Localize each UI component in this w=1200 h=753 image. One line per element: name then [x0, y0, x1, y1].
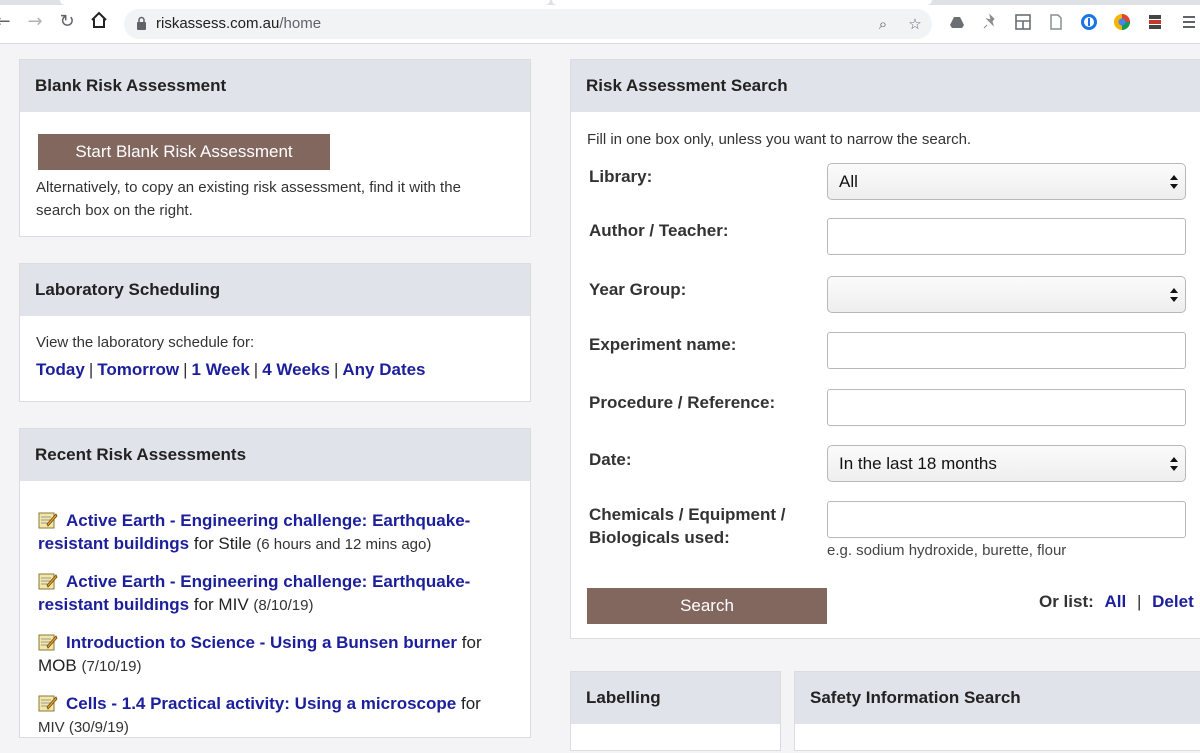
panel-title: Blank Risk Assessment	[20, 60, 530, 112]
list-all-link[interactable]: All	[1105, 592, 1127, 611]
schedule-any-dates-link[interactable]: Any Dates	[342, 360, 425, 379]
url-text: riskassess.com.au/home	[156, 15, 322, 32]
back-icon[interactable]: ←	[0, 11, 14, 33]
or-list-label: Or list:	[1039, 592, 1094, 611]
password-extension-icon[interactable]	[1080, 13, 1098, 31]
separator: |	[1137, 592, 1142, 611]
address-bar[interactable]: riskassess.com.au/home ⌕ ☆	[124, 9, 932, 39]
search-button[interactable]: Search	[587, 588, 827, 624]
reload-icon[interactable]: ↻	[56, 11, 78, 33]
procedure-reference-input[interactable]	[827, 389, 1186, 426]
recent-item-for: for Stile	[193, 534, 252, 553]
date-select[interactable]: In the last 18 months	[827, 445, 1186, 482]
experiment-name-label: Experiment name:	[589, 335, 737, 354]
chemicals-equipment-input[interactable]	[827, 501, 1186, 538]
list-item: Active Earth - Engineering challenge: Ea…	[38, 509, 508, 556]
list-item: Cells - 1.4 Practical activity: Using a …	[38, 692, 508, 739]
procedure-label: Procedure / Reference:	[589, 393, 776, 412]
menu-extension-icon[interactable]	[1180, 13, 1198, 31]
schedule-1-week-link[interactable]: 1 Week	[192, 360, 250, 379]
panel-title: Recent Risk Assessments	[20, 429, 530, 481]
separator: |	[183, 360, 188, 379]
date-label: Date:	[589, 450, 632, 469]
recent-item-when: MIV (30/9/19)	[38, 719, 129, 736]
recent-item-when: (6 hours and 12 mins ago)	[256, 536, 432, 553]
bookmark-star-icon[interactable]: ☆	[906, 15, 924, 33]
separator: |	[333, 360, 339, 379]
experiment-name-input[interactable]	[827, 332, 1186, 369]
layout-extension-icon[interactable]	[1014, 13, 1032, 31]
author-label: Author / Teacher:	[589, 221, 729, 240]
active-tab[interactable]	[60, 0, 550, 5]
search-instructions: Fill in one box only, unless you want to…	[587, 131, 972, 148]
chemicals-label-line-2: Biologicals used:	[589, 528, 730, 547]
year-group-label: Year Group:	[589, 280, 687, 299]
date-selected-value: In the last 18 months	[839, 454, 997, 473]
chemicals-label: Chemicals / Equipment / Biologicals used…	[589, 503, 786, 549]
schedule-intro: View the laboratory schedule for:	[36, 334, 255, 351]
separator: |	[88, 360, 94, 379]
risk-assessment-search-panel: Risk Assessment Search Fill in one box o…	[570, 59, 1200, 639]
panel-title: Safety Information Search	[795, 672, 1200, 724]
blank-risk-assessment-panel: Blank Risk Assessment Start Blank Risk A…	[19, 59, 531, 237]
year-group-select[interactable]	[827, 276, 1186, 313]
home-icon[interactable]	[88, 11, 110, 33]
tab-strip	[0, 0, 1200, 5]
lock-icon	[137, 16, 146, 30]
recent-item-when: (8/10/19)	[253, 597, 314, 614]
library-label: Library:	[589, 167, 653, 186]
panel-title: Labelling	[571, 672, 780, 724]
author-teacher-input[interactable]	[827, 218, 1186, 255]
safety-information-search-panel: Safety Information Search	[794, 671, 1200, 751]
pin-extension-icon[interactable]	[981, 13, 999, 31]
zoom-icon[interactable]: ⌕	[874, 15, 892, 33]
library-select[interactable]: All	[827, 163, 1186, 200]
drive-extension-icon[interactable]	[948, 13, 966, 31]
list-item: Active Earth - Engineering challenge: Ea…	[38, 570, 508, 617]
recent-item-link[interactable]: Introduction to Science - Using a Bunsen…	[66, 633, 457, 652]
forward-icon[interactable]: →	[24, 11, 46, 33]
select-arrows-icon	[1170, 288, 1178, 302]
select-arrows-icon	[1170, 175, 1178, 189]
library-selected-value: All	[839, 172, 858, 191]
schedule-tomorrow-link[interactable]: Tomorrow	[97, 360, 179, 379]
recent-item-for: for MIV	[193, 595, 249, 614]
chemicals-label-line-1: Chemicals / Equipment /	[589, 505, 786, 524]
recent-item-when: (7/10/19)	[81, 658, 142, 675]
schedule-links: Today | Tomorrow | 1 Week | 4 Weeks | Any Dates	[36, 360, 426, 380]
recent-item-for: for	[460, 694, 481, 713]
separator: |	[253, 360, 259, 379]
panel-title: Laboratory Scheduling	[20, 264, 530, 316]
browser-toolbar: ← → ↻ riskassess.com.au/home ⌕ ☆	[0, 0, 1200, 44]
edit-note-icon	[38, 512, 58, 529]
schedule-4-weeks-link[interactable]: 4 Weeks	[262, 360, 330, 379]
recent-list: Active Earth - Engineering challenge: Ea…	[38, 509, 508, 753]
labelling-panel: Labelling	[570, 671, 781, 751]
inactive-tab[interactable]	[552, 0, 932, 5]
color-extension-icon[interactable]	[1113, 13, 1131, 31]
recent-item-link[interactable]: Cells - 1.4 Practical activity: Using a …	[66, 694, 456, 713]
laboratory-scheduling-panel: Laboratory Scheduling View the laborator…	[19, 263, 531, 402]
schedule-today-link[interactable]: Today	[36, 360, 85, 379]
edit-note-icon	[38, 695, 58, 712]
stack-extension-icon[interactable]	[1146, 13, 1164, 31]
list-deleted-link[interactable]: Delet	[1152, 592, 1194, 611]
or-list: Or list: All | Delet	[1039, 592, 1200, 612]
panel-title: Risk Assessment Search	[571, 60, 1200, 112]
edit-note-icon	[38, 634, 58, 651]
chemicals-hint: e.g. sodium hydroxide, burette, flour	[827, 542, 1067, 559]
edit-note-icon	[38, 573, 58, 590]
recent-risk-assessments-panel: Recent Risk Assessments Active Earth - E…	[19, 428, 531, 738]
select-arrows-icon	[1170, 457, 1178, 471]
page-extension-icon[interactable]	[1047, 13, 1065, 31]
blank-description: Alternatively, to copy an existing risk …	[36, 179, 461, 219]
list-item: Introduction to Science - Using a Bunsen…	[38, 631, 508, 678]
start-blank-risk-assessment-button[interactable]: Start Blank Risk Assessment	[38, 134, 330, 170]
